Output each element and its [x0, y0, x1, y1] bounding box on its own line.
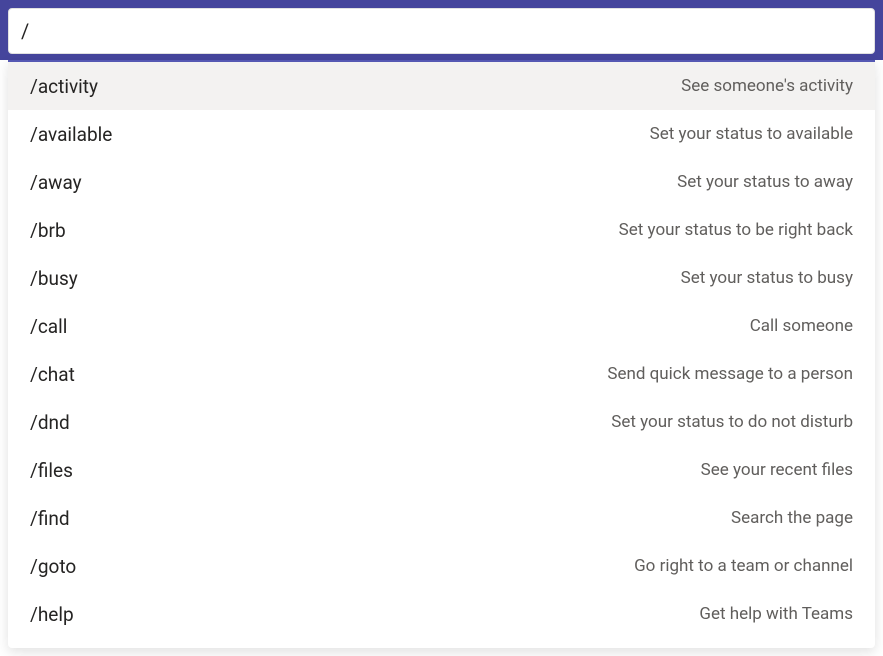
command-item[interactable]: /activity See someone's activity: [8, 62, 875, 110]
command-description: Go right to a team or channel: [634, 556, 853, 576]
command-item[interactable]: /available Set your status to available: [8, 110, 875, 158]
command-description: Call someone: [750, 316, 853, 336]
command-item[interactable]: /files See your recent files: [8, 446, 875, 494]
command-name: /brb: [30, 219, 66, 242]
command-description: Search the page: [731, 508, 853, 528]
command-description: Send quick message to a person: [607, 364, 853, 384]
command-name: /activity: [30, 75, 98, 98]
command-name: /away: [30, 171, 82, 194]
command-name: /call: [30, 315, 67, 338]
command-description: Set your status to be right back: [619, 220, 853, 240]
command-description: See someone's activity: [681, 76, 853, 96]
command-name: /chat: [30, 363, 75, 386]
search-box[interactable]: [8, 8, 875, 54]
command-item[interactable]: /call Call someone: [8, 302, 875, 350]
command-item[interactable]: /chat Send quick message to a person: [8, 350, 875, 398]
search-bar-container: [0, 8, 883, 60]
command-description: Get help with Teams: [699, 604, 853, 624]
command-item[interactable]: /help Get help with Teams: [8, 590, 875, 638]
command-name: /help: [30, 603, 74, 626]
command-item[interactable]: /find Search the page: [8, 494, 875, 542]
command-item[interactable]: /dnd Set your status to do not disturb: [8, 398, 875, 446]
command-name: /files: [30, 459, 73, 482]
command-description: See your recent files: [701, 460, 853, 480]
command-name: /busy: [30, 267, 78, 290]
command-input[interactable]: [21, 19, 862, 43]
command-description: Set your status to busy: [681, 268, 853, 288]
command-suggestions-dropdown[interactable]: /activity See someone's activity/availabl…: [8, 60, 875, 648]
command-name: /find: [30, 507, 70, 530]
command-item[interactable]: /away Set your status to away: [8, 158, 875, 206]
titlebar: [0, 0, 883, 8]
command-description: Set your status to away: [677, 172, 853, 192]
command-name: /dnd: [30, 411, 70, 434]
command-item[interactable]: /busy Set your status to busy: [8, 254, 875, 302]
command-item[interactable]: /brb Set your status to be right back: [8, 206, 875, 254]
command-item[interactable]: /goto Go right to a team or channel: [8, 542, 875, 590]
command-name: /available: [30, 123, 112, 146]
command-description: Set your status to do not disturb: [611, 412, 853, 432]
command-description: Set your status to available: [650, 124, 853, 144]
command-name: /goto: [30, 555, 76, 578]
